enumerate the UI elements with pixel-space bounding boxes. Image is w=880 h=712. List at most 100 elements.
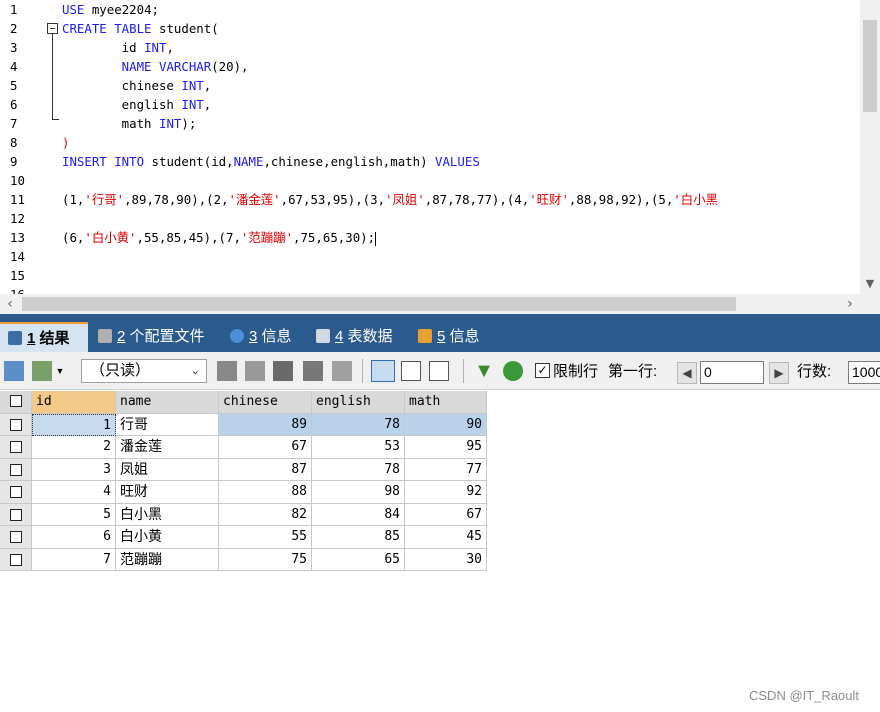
row-checkbox[interactable]: [0, 481, 32, 504]
dropdown-arrow-icon[interactable]: ▼: [54, 361, 66, 381]
code-area[interactable]: USE myee2204; CREATE TABLE student( id I…: [60, 0, 860, 294]
cell-english[interactable]: 98: [312, 481, 405, 504]
line-number: 6: [10, 97, 18, 112]
first-row-label: 第一行:: [608, 363, 658, 380]
code-line: (6,'白小黄',55,85,45),(7,'范蹦蹦',75,65,30);: [62, 230, 377, 246]
cancel-changes-icon[interactable]: [332, 361, 352, 381]
line-number: 2: [10, 21, 18, 36]
cell-math[interactable]: 95: [405, 436, 487, 459]
cell-name[interactable]: 白小黄: [116, 526, 219, 549]
cell-id[interactable]: 7: [32, 548, 116, 571]
tab-results[interactable]: 1 结果: [0, 322, 88, 352]
tab-info[interactable]: 5 信息: [410, 322, 494, 352]
cell-chinese[interactable]: 87: [219, 458, 312, 481]
delete-icon[interactable]: [303, 361, 323, 381]
cell-id[interactable]: 5: [32, 503, 116, 526]
column-header-id[interactable]: id: [32, 391, 116, 414]
cell-chinese[interactable]: 82: [219, 503, 312, 526]
row-checkbox[interactable]: [0, 548, 32, 571]
cell-english[interactable]: 78: [312, 413, 405, 436]
import-icon[interactable]: [32, 361, 52, 381]
cell-math[interactable]: 30: [405, 548, 487, 571]
column-header-name[interactable]: name: [116, 391, 219, 414]
code-line: USE myee2204;: [62, 2, 159, 17]
cell-id[interactable]: 3: [32, 458, 116, 481]
export-icon[interactable]: [4, 361, 24, 381]
vertical-scrollbar[interactable]: ▼: [860, 0, 880, 294]
code-line: (1,'行哥',89,78,90),(2,'潘金莲',67,53,95),(3,…: [62, 192, 718, 207]
cell-english[interactable]: 84: [312, 503, 405, 526]
column-header-chinese[interactable]: chinese: [219, 391, 312, 414]
cell-chinese[interactable]: 55: [219, 526, 312, 549]
grid-view-icon[interactable]: [371, 360, 395, 382]
result-grid-icon: [8, 331, 22, 345]
cell-math[interactable]: 77: [405, 458, 487, 481]
limit-rows-checkbox[interactable]: ✓: [535, 363, 550, 378]
chevron-down-icon: ⌄: [190, 365, 200, 377]
row-checkbox[interactable]: [0, 526, 32, 549]
form-view-icon[interactable]: [401, 361, 421, 381]
first-row-input[interactable]: 0: [700, 361, 764, 384]
line-number: 4: [10, 59, 18, 74]
add-row-icon[interactable]: [217, 361, 237, 381]
cell-chinese[interactable]: 89: [219, 413, 312, 436]
mode-select[interactable]: （只读） ⌄: [81, 359, 207, 383]
tab-table-data[interactable]: 4 表数据: [308, 322, 408, 352]
next-page-icon[interactable]: ▶: [769, 362, 789, 384]
limit-rows-label: 限制行: [553, 363, 599, 380]
cell-name[interactable]: 白小黑: [116, 503, 219, 526]
column-header-english[interactable]: english: [312, 391, 405, 414]
cell-id[interactable]: 1: [32, 413, 116, 436]
result-tabs: 1 结果 2 个配置文件 3 信息 4 表数据 5 信息: [0, 319, 880, 352]
line-number: 3: [10, 40, 18, 55]
scroll-left-arrow-icon[interactable]: ‹: [0, 294, 20, 314]
separator: [362, 359, 363, 383]
cell-math[interactable]: 67: [405, 503, 487, 526]
row-checkbox[interactable]: [0, 458, 32, 481]
row-checkbox[interactable]: [0, 503, 32, 526]
fold-line: [52, 34, 53, 120]
vertical-scroll-thumb[interactable]: [863, 20, 877, 112]
cell-id[interactable]: 4: [32, 481, 116, 504]
horizontal-scrollbar[interactable]: ‹ ›: [0, 294, 860, 314]
rows-count-input[interactable]: 1000: [848, 361, 880, 384]
cell-math[interactable]: 92: [405, 481, 487, 504]
save-icon[interactable]: [273, 361, 293, 381]
cell-chinese[interactable]: 75: [219, 548, 312, 571]
refresh-icon[interactable]: [503, 361, 523, 381]
previous-page-icon[interactable]: ◀: [677, 362, 697, 384]
tab-profiles[interactable]: 2 个配置文件: [90, 322, 220, 352]
cell-english[interactable]: 65: [312, 548, 405, 571]
filter-icon[interactable]: ▼: [474, 361, 494, 381]
checkbox-icon: [9, 395, 22, 407]
cell-name[interactable]: 旺财: [116, 481, 219, 504]
cell-math[interactable]: 45: [405, 526, 487, 549]
cell-name[interactable]: 凤姐: [116, 458, 219, 481]
select-all-checkbox[interactable]: [0, 391, 32, 414]
cell-name[interactable]: 潘金莲: [116, 436, 219, 459]
cell-id[interactable]: 6: [32, 526, 116, 549]
info-2-icon: [418, 329, 432, 343]
cell-english[interactable]: 78: [312, 458, 405, 481]
sql-editor[interactable]: 1 2 3 4 5 6 7 8 9 10 11 12 13 14 15 16 U…: [0, 0, 880, 314]
scroll-down-arrow-icon[interactable]: ▼: [860, 274, 880, 294]
cell-name[interactable]: 行哥: [116, 413, 219, 436]
cell-english[interactable]: 85: [312, 526, 405, 549]
text-view-icon[interactable]: [429, 361, 449, 381]
cell-chinese[interactable]: 67: [219, 436, 312, 459]
scroll-right-arrow-icon[interactable]: ›: [840, 294, 860, 314]
info-icon: [230, 329, 244, 343]
cell-chinese[interactable]: 88: [219, 481, 312, 504]
row-checkbox[interactable]: [0, 413, 32, 436]
fold-collapse-icon[interactable]: [47, 23, 58, 34]
cell-id[interactable]: 2: [32, 436, 116, 459]
cell-name[interactable]: 范蹦蹦: [116, 548, 219, 571]
duplicate-row-icon[interactable]: [245, 361, 265, 381]
column-header-math[interactable]: math: [405, 391, 487, 414]
tab-messages[interactable]: 3 信息: [222, 322, 306, 352]
cell-math[interactable]: 90: [405, 413, 487, 436]
fold-margin: [44, 0, 60, 294]
horizontal-scroll-thumb[interactable]: [22, 297, 736, 311]
cell-english[interactable]: 53: [312, 436, 405, 459]
row-checkbox[interactable]: [0, 436, 32, 459]
